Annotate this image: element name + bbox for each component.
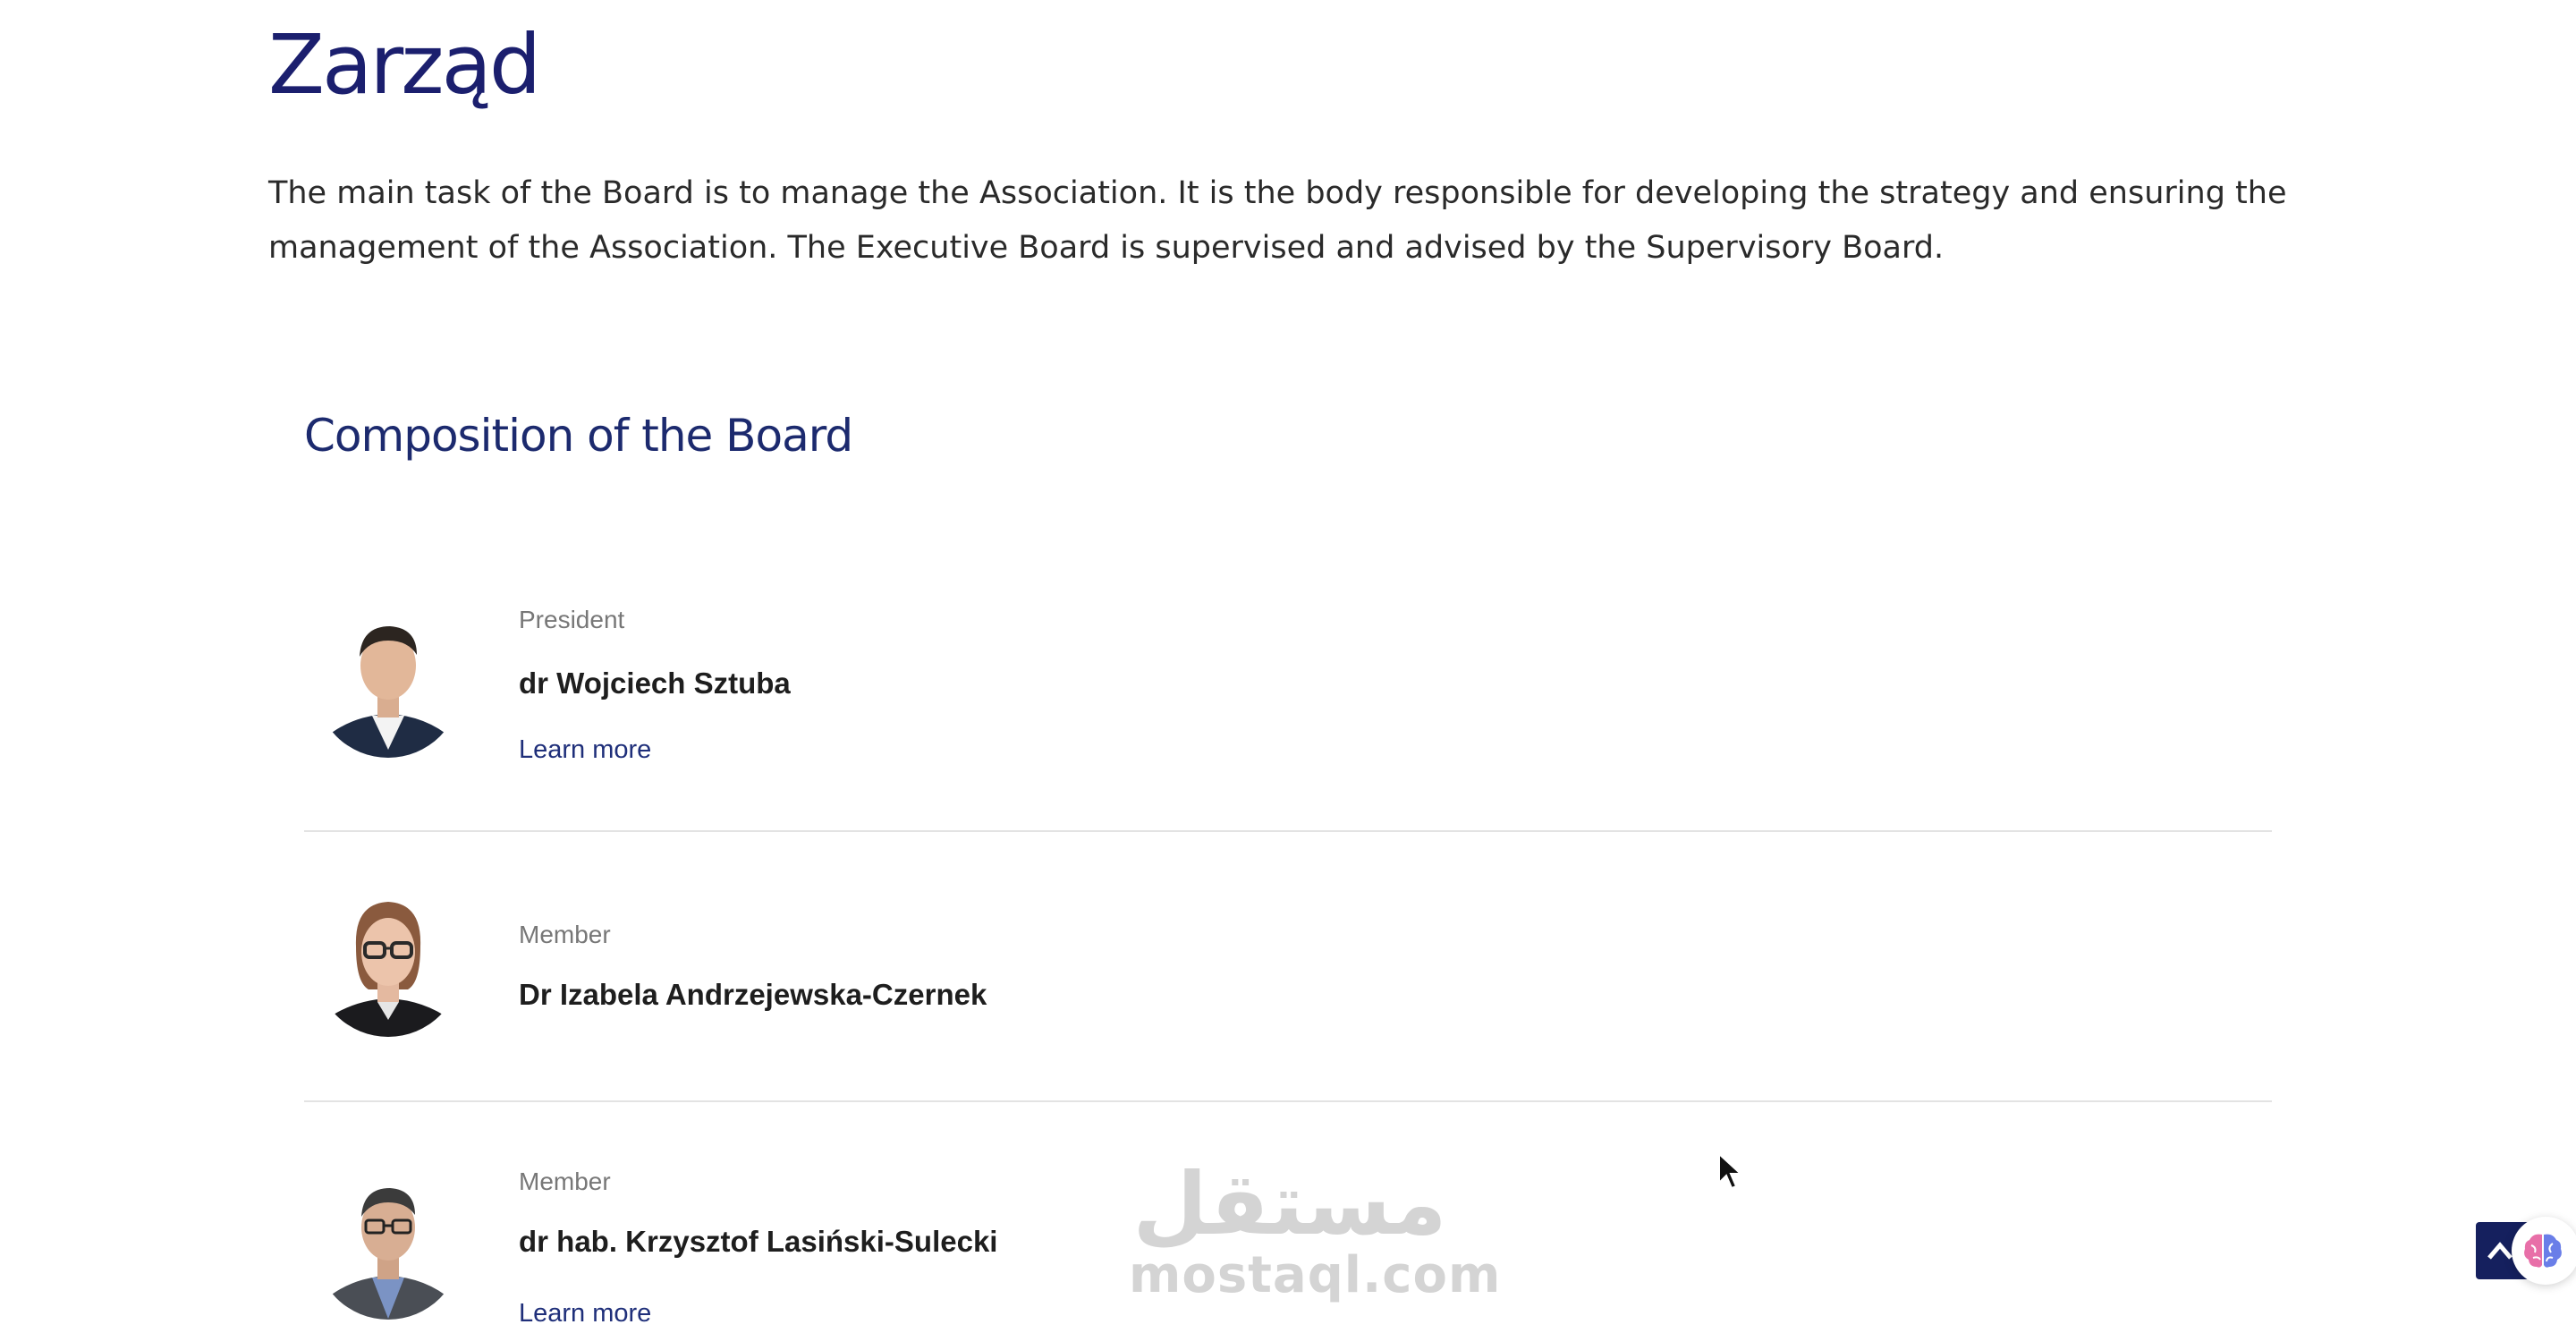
member-photo bbox=[315, 605, 462, 764]
member-name: Dr Izabela Andrzejewska-Czernek bbox=[519, 978, 987, 1011]
member-role: Member bbox=[519, 921, 611, 948]
member-role: Member bbox=[519, 1167, 611, 1195]
board-member-card: Member dr hab. Krzysztof Lasiński-Suleck… bbox=[304, 1145, 2272, 1333]
learn-more-link[interactable]: Learn more bbox=[519, 734, 651, 766]
member-name: dr Wojciech Sztuba bbox=[519, 666, 791, 700]
brain-icon bbox=[2524, 1234, 2562, 1268]
board-member-card: Member Dr Izabela Andrzejewska-Czernek bbox=[304, 868, 2272, 1102]
member-photo bbox=[315, 1167, 462, 1326]
page-title: Zarząd bbox=[268, 17, 541, 113]
chevron-up-icon bbox=[2487, 1242, 2512, 1260]
intro-paragraph: The main task of the Board is to manage … bbox=[268, 175, 2287, 266]
helper-widget-button[interactable] bbox=[2512, 1217, 2576, 1285]
member-role: President bbox=[519, 606, 625, 633]
composition-heading: Composition of the Board bbox=[304, 410, 853, 462]
learn-more-link[interactable]: Learn more bbox=[519, 1297, 651, 1329]
mouse-pointer-icon bbox=[1718, 1152, 1742, 1190]
board-member-card: President dr Wojciech Sztuba Learn more bbox=[304, 590, 2272, 832]
member-name: dr hab. Krzysztof Lasiński-Sulecki bbox=[519, 1225, 998, 1258]
member-photo bbox=[315, 884, 462, 1043]
